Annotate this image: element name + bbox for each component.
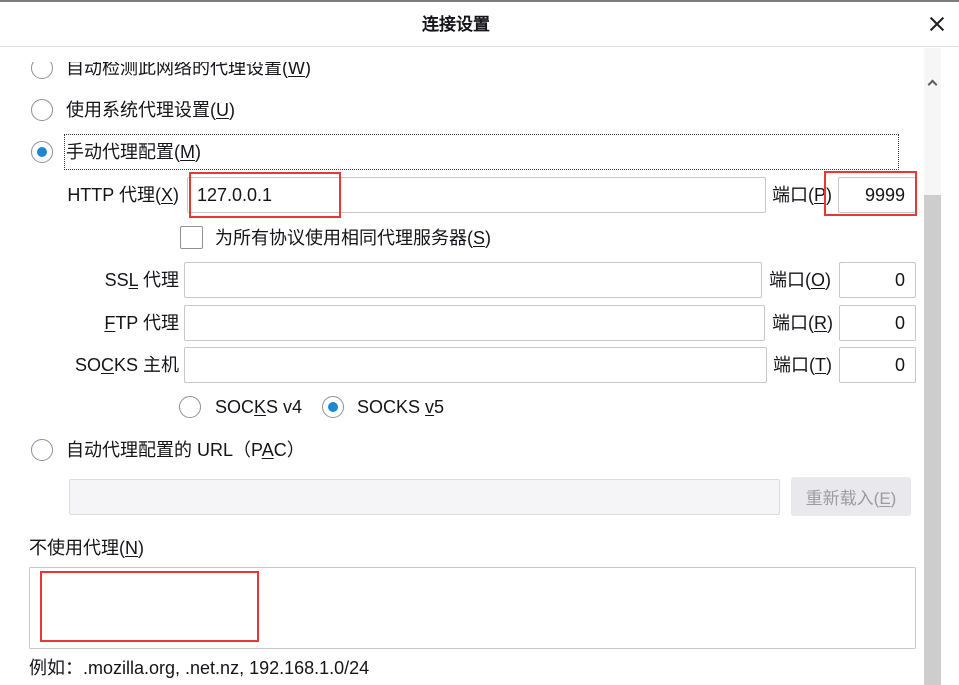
http-port-input[interactable] <box>838 177 916 213</box>
pac-radio[interactable] <box>31 439 53 461</box>
label-text: ) <box>229 100 235 120</box>
label-text: ) <box>195 142 201 162</box>
share-proxy-label: 为所有协议使用相同代理服务器(S) <box>215 225 491 251</box>
label-text: 端口( <box>773 355 815 375</box>
socks-v5-label: SOCKS v5 <box>357 394 444 420</box>
label-text: ) <box>827 313 833 333</box>
label-text: ) <box>890 489 897 508</box>
label-text: 使用系统代理设置( <box>66 100 216 120</box>
ssl-port-input[interactable] <box>839 262 916 298</box>
pac-url-input[interactable] <box>69 479 780 515</box>
socks-host-input[interactable] <box>184 347 767 383</box>
label-text: SOC <box>215 397 255 417</box>
share-proxy-checkbox[interactable] <box>180 226 203 249</box>
label-text: ) <box>173 185 179 205</box>
label-text: ) <box>138 538 144 558</box>
auto-detect-label: 自动检测此网络的代理设置(W) <box>66 62 311 81</box>
access-key: N <box>125 538 138 558</box>
ssl-proxy-label: SSL 代理 <box>0 267 179 293</box>
access-key: F <box>104 313 116 333</box>
label-text: C） <box>273 440 305 460</box>
ftp-port-label: 端口(R) <box>772 310 833 336</box>
label-text: SOCKS <box>357 397 426 417</box>
ssl-port-label: 端口(O) <box>769 267 831 293</box>
access-key: K <box>254 397 267 417</box>
close-button[interactable] <box>918 6 956 42</box>
ftp-proxy-input[interactable] <box>184 305 765 341</box>
access-key: S <box>473 228 486 248</box>
label-text: 自动代理配置的 URL（P <box>66 440 262 460</box>
pac-label: 自动代理配置的 URL（PAC） <box>66 437 305 463</box>
ftp-proxy-label: FTP 代理 <box>0 310 179 336</box>
socks-port-input[interactable] <box>839 347 916 383</box>
label-text: 5 <box>434 397 445 417</box>
auto-detect-radio[interactable] <box>31 62 53 79</box>
no-proxy-label: 不使用代理(N) <box>29 535 144 561</box>
access-key: W <box>288 62 305 78</box>
access-key: C <box>100 355 114 375</box>
label-text: 端口( <box>772 313 814 333</box>
scroll-up-button[interactable] <box>924 72 941 92</box>
access-key: L <box>128 270 138 290</box>
manual-proxy-radio[interactable] <box>31 141 53 163</box>
access-key: A <box>261 440 274 460</box>
access-key: M <box>180 142 195 162</box>
access-key: O <box>811 270 826 290</box>
label-text: KS 主机 <box>113 355 179 375</box>
access-key: T <box>815 355 826 375</box>
reload-button[interactable]: 重新载入(E) <box>791 477 911 516</box>
no-proxy-textarea[interactable] <box>29 567 916 649</box>
socks-port-label: 端口(T) <box>773 352 832 378</box>
close-icon[interactable] <box>929 16 945 32</box>
no-proxy-example: 例如：.mozilla.org, .net.nz, 192.168.1.0/24 <box>29 658 370 678</box>
label-text: ) <box>825 270 832 290</box>
label-text: ) <box>485 228 492 248</box>
label-text: ) <box>826 185 833 205</box>
access-key: X <box>160 185 173 205</box>
socks-v5-radio[interactable] <box>322 396 344 418</box>
access-key: P <box>814 185 827 205</box>
label-text: 为所有协议使用相同代理服务器( <box>215 228 473 248</box>
label-text: SS <box>104 270 129 290</box>
system-proxy-radio[interactable] <box>31 99 53 121</box>
scrollbar-thumb[interactable] <box>924 195 941 685</box>
http-port-label: 端口(P) <box>772 182 832 208</box>
vertical-scrollbar[interactable] <box>924 48 941 685</box>
socks-v4-radio[interactable] <box>179 396 201 418</box>
socks-v4-label: SOCKS v4 <box>215 394 302 420</box>
ssl-proxy-input[interactable] <box>184 262 762 298</box>
connection-settings-content: 自动检测此网络的代理设置(W) 使用系统代理设置(U) 手动代理配置(M) HT… <box>0 62 924 685</box>
label-text: SO <box>74 355 101 375</box>
access-key: v <box>425 397 435 417</box>
label-text: 端口( <box>772 185 814 205</box>
socks-host-label: SOCKS 主机 <box>0 352 179 378</box>
system-proxy-label: 使用系统代理设置(U) <box>66 97 235 123</box>
chevron-up-icon[interactable] <box>927 79 938 90</box>
label-text: S v4 <box>266 397 303 417</box>
label-text: ) <box>305 62 311 78</box>
label-text: HTTP 代理( <box>67 185 161 205</box>
label-text: 代理 <box>137 270 179 290</box>
access-key: U <box>216 100 229 120</box>
http-proxy-label: HTTP 代理(X) <box>0 182 179 208</box>
label-text: TP 代理 <box>115 313 179 333</box>
access-key: R <box>814 313 827 333</box>
label-text: 不使用代理( <box>29 538 125 558</box>
http-proxy-input[interactable] <box>187 177 766 213</box>
label-text: 自动检测此网络的代理设置( <box>66 62 288 78</box>
label-text: 重新载入( <box>805 489 880 508</box>
manual-proxy-label: 手动代理配置(M) <box>66 139 201 165</box>
label-text: 手动代理配置( <box>66 142 180 162</box>
dialog-title-bar: 连接设置 <box>0 0 959 47</box>
ftp-port-input[interactable] <box>839 305 916 341</box>
label-text: 端口( <box>769 270 811 290</box>
dialog-title: 连接设置 <box>422 15 490 34</box>
access-key: E <box>879 489 891 508</box>
label-text: ) <box>826 355 832 375</box>
